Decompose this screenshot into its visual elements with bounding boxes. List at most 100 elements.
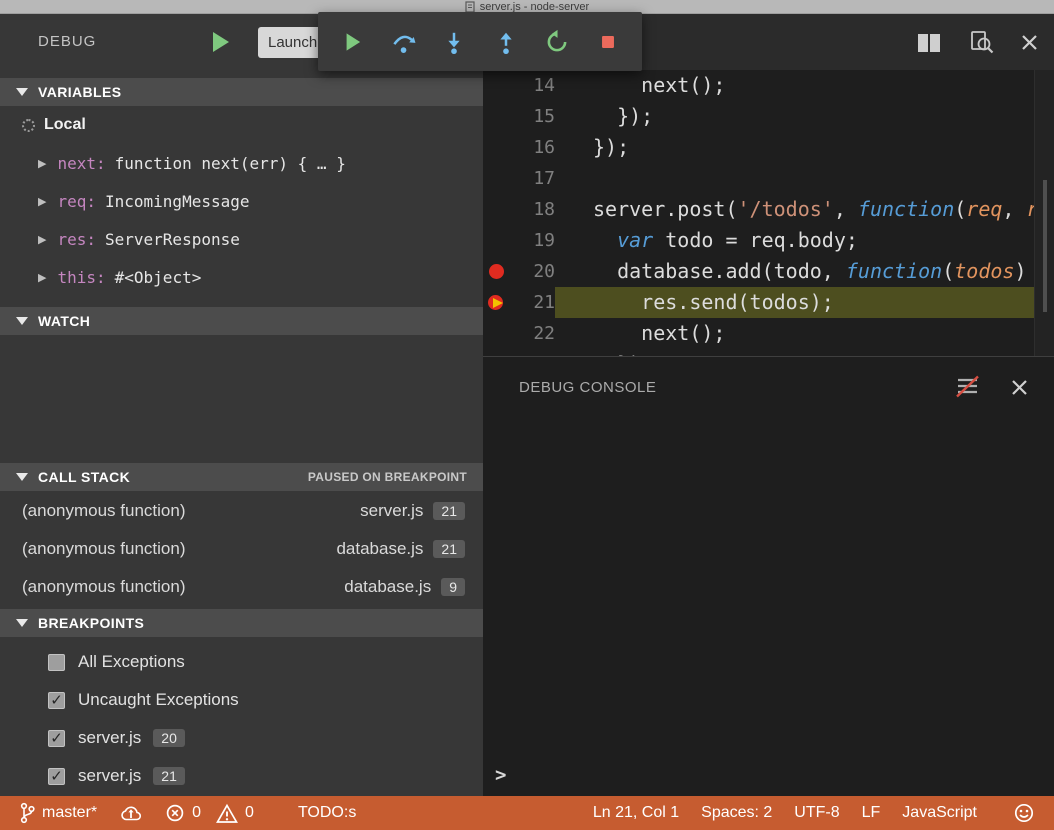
code-token: res.send(todos); — [593, 290, 834, 314]
paused-status-label: PAUSED ON BREAKPOINT — [308, 470, 467, 484]
collapse-icon[interactable] — [16, 317, 28, 325]
cursor-position-item[interactable]: Ln 21, Col 1 — [582, 796, 690, 830]
eol-label: LF — [862, 804, 881, 822]
breakpoint-gutter[interactable] — [483, 256, 509, 287]
frame-line-badge: 21 — [433, 502, 465, 520]
clear-console-button[interactable] — [955, 375, 981, 399]
breakpoint-gutter[interactable] — [483, 287, 509, 318]
close-console-button[interactable] — [1011, 379, 1028, 396]
console-prompt[interactable]: > — [495, 764, 506, 786]
expand-icon[interactable]: ▶ — [38, 195, 46, 208]
indentation-item[interactable]: Spaces: 2 — [690, 796, 783, 830]
code-text[interactable]: }); — [555, 132, 1034, 163]
breakpoint-gutter[interactable] — [483, 194, 509, 225]
code-text[interactable] — [555, 163, 1034, 194]
frame-name: (anonymous function) — [22, 577, 344, 597]
callstack-section-header[interactable]: CALL STACK PAUSED ON BREAKPOINT — [0, 463, 483, 491]
variable-name: this: — [57, 268, 105, 287]
collapse-icon[interactable] — [16, 473, 28, 481]
frame-line-badge: 9 — [441, 578, 465, 596]
code-line: 17 — [483, 163, 1034, 194]
open-preview-icon — [968, 30, 995, 55]
watch-section-header[interactable]: WATCH — [0, 307, 483, 335]
code-text[interactable]: }); — [555, 101, 1034, 132]
breakpoint-label: All Exceptions — [78, 652, 185, 672]
problems-item[interactable]: 0 0 — [154, 796, 265, 830]
collapse-icon[interactable] — [16, 88, 28, 96]
breakpoint-gutter[interactable] — [483, 132, 509, 163]
breakpoint-checkbox[interactable]: ✓ — [48, 730, 65, 747]
code-token: ) — [1014, 259, 1026, 283]
step-over-button[interactable] — [386, 25, 420, 59]
breakpoint-row[interactable]: ✓server.js20 — [0, 719, 483, 757]
open-preview-button[interactable] — [968, 30, 995, 55]
breakpoint-gutter[interactable] — [483, 349, 509, 356]
breakpoint-row[interactable]: ✓Uncaught Exceptions — [0, 681, 483, 719]
indentation-label: Spaces: 2 — [701, 804, 772, 822]
code-text[interactable]: next(); — [555, 318, 1034, 349]
breakpoint-label: server.js — [78, 728, 141, 748]
scope-row[interactable]: Local — [0, 106, 483, 144]
breakpoint-row[interactable]: ✓server.js21 — [0, 757, 483, 795]
code-token: database.add(todo, — [593, 259, 846, 283]
stop-button[interactable] — [591, 25, 625, 59]
expand-icon[interactable]: ▶ — [38, 157, 46, 170]
variable-row[interactable]: ▶next:function next(err) { … } — [0, 144, 483, 182]
code-text[interactable]: server.post('/todos', function(req, r — [555, 194, 1034, 225]
breakpoint-checkbox[interactable] — [48, 654, 65, 671]
step-into-button[interactable] — [437, 25, 471, 59]
warnings-icon — [216, 803, 238, 824]
scrollbar-thumb[interactable] — [1043, 180, 1047, 312]
breakpoint-row[interactable]: All Exceptions — [0, 643, 483, 681]
continue-button[interactable] — [335, 25, 369, 59]
breakpoint-gutter[interactable] — [483, 225, 509, 256]
language-item[interactable]: JavaScript — [891, 796, 988, 830]
expand-icon[interactable]: ▶ — [38, 271, 46, 284]
step-out-button[interactable] — [489, 25, 523, 59]
cloud-upload-icon — [119, 805, 143, 822]
collapse-icon[interactable] — [16, 619, 28, 627]
start-debug-button[interactable] — [213, 32, 229, 52]
todo-item[interactable]: TODO:s — [287, 796, 367, 830]
breakpoint-gutter[interactable] — [483, 70, 509, 101]
code-text[interactable]: next(); — [555, 70, 1034, 101]
current-breakpoint-icon — [488, 295, 505, 311]
stack-frame-row[interactable]: (anonymous function)database.js21 — [0, 530, 483, 568]
breakpoint-checkbox[interactable]: ✓ — [48, 768, 65, 785]
restart-button[interactable] — [540, 25, 574, 59]
stack-frame-row[interactable]: (anonymous function)server.js21 — [0, 492, 483, 530]
code-text[interactable]: }); — [555, 349, 1034, 356]
breakpoint-checkbox[interactable]: ✓ — [48, 692, 65, 709]
breakpoint-gutter[interactable] — [483, 163, 509, 194]
breakpoints-section-title: BREAKPOINTS — [38, 615, 144, 631]
variable-value: ServerResponse — [105, 230, 240, 249]
breakpoint-gutter[interactable] — [483, 318, 509, 349]
frame-file: server.js — [360, 501, 423, 521]
git-branch-icon — [19, 802, 35, 824]
git-branch-item[interactable]: master* — [8, 796, 108, 830]
breakpoints-section-header[interactable]: BREAKPOINTS — [0, 609, 483, 637]
branch-label: master* — [42, 804, 97, 822]
variable-row[interactable]: ▶req:IncomingMessage — [0, 182, 483, 220]
code-editor[interactable]: 14 next();15 });16});1718server.post('/t… — [483, 70, 1034, 356]
sync-item[interactable] — [108, 796, 154, 830]
breakpoint-gutter[interactable] — [483, 101, 509, 132]
code-text[interactable]: res.send(todos); — [555, 287, 1034, 318]
breakpoint-icon — [489, 264, 504, 279]
code-text[interactable]: var todo = req.body; — [555, 225, 1034, 256]
editor-scrollbar[interactable] — [1034, 70, 1054, 356]
watch-section-title: WATCH — [38, 313, 90, 329]
code-token: var — [617, 228, 653, 252]
stack-frame-row[interactable]: (anonymous function)database.js9 — [0, 568, 483, 606]
encoding-item[interactable]: UTF-8 — [783, 796, 850, 830]
code-text[interactable]: database.add(todo, function(todos) — [555, 256, 1034, 287]
scope-icon — [22, 119, 35, 132]
close-editor-button[interactable] — [1021, 34, 1038, 51]
variable-row[interactable]: ▶this:#<Object> — [0, 258, 483, 296]
eol-item[interactable]: LF — [851, 796, 892, 830]
variable-row[interactable]: ▶res:ServerResponse — [0, 220, 483, 258]
feedback-item[interactable] — [1002, 796, 1046, 830]
variables-section-header[interactable]: VARIABLES — [0, 78, 483, 106]
expand-icon[interactable]: ▶ — [38, 233, 46, 246]
split-editor-button[interactable] — [916, 32, 942, 54]
